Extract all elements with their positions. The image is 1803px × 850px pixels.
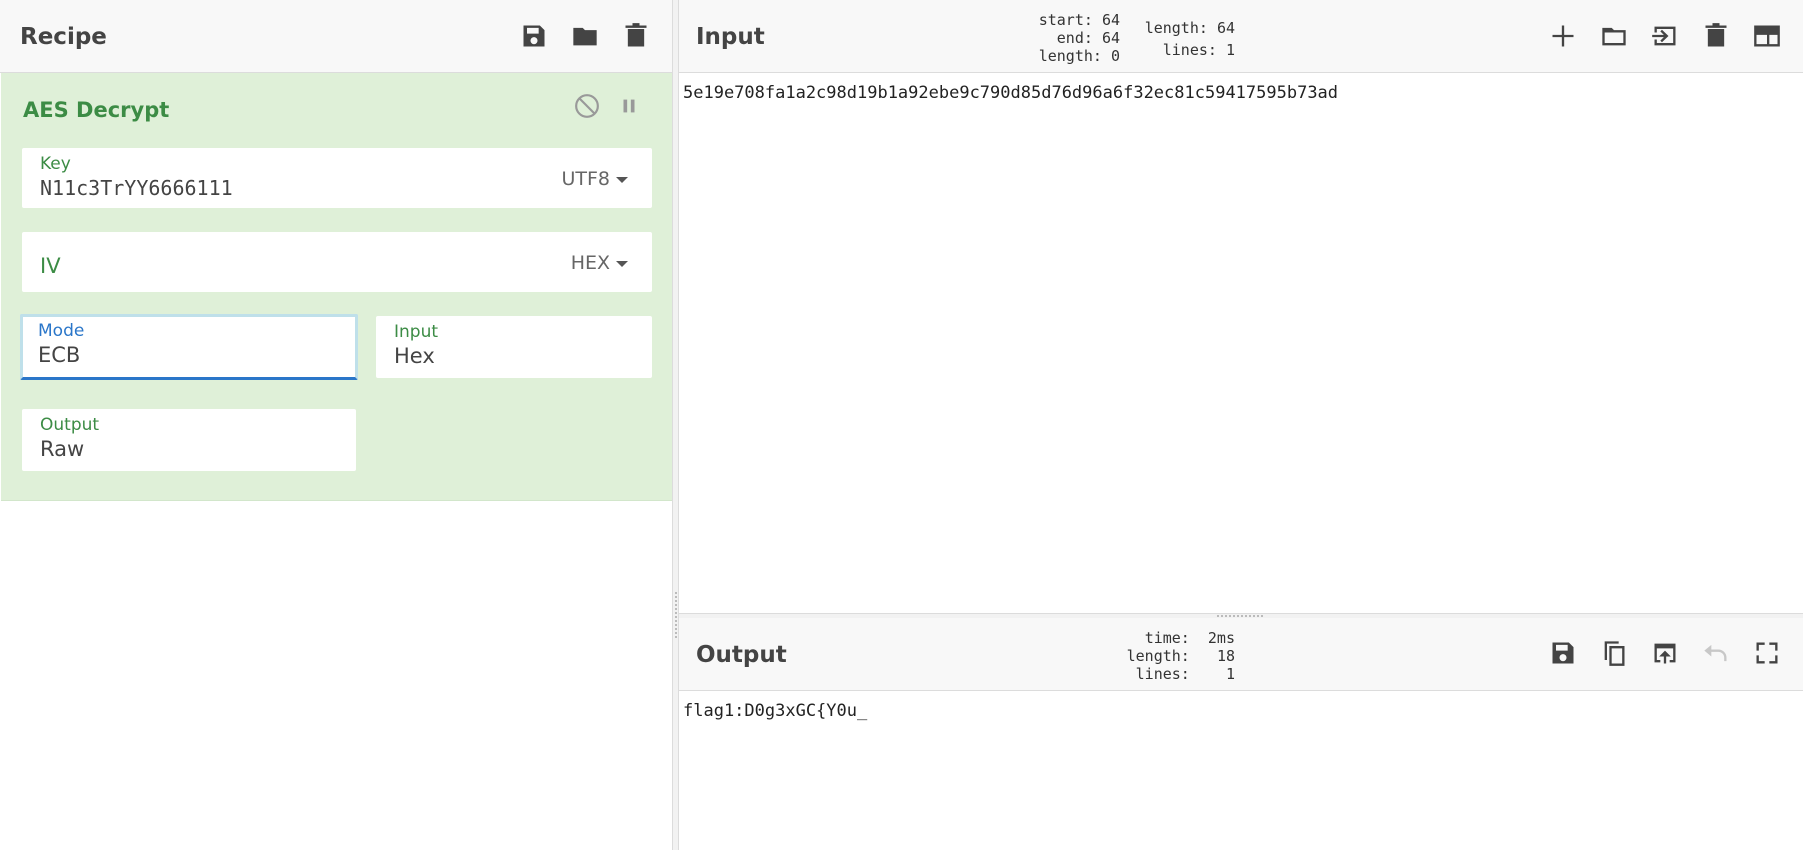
iv-encoding-dropdown[interactable]: HEX — [571, 252, 628, 274]
key-field[interactable]: Key N11c3TrYY6666111 UTF8 — [22, 148, 652, 208]
trash-icon — [1705, 23, 1727, 47]
mode-value: ECB — [38, 343, 81, 367]
output-lines: 1 — [1225, 665, 1235, 683]
output-format-value: Raw — [40, 437, 85, 461]
open-file-button[interactable] — [1597, 19, 1631, 53]
output-textarea[interactable]: flag1:D0g3xGC{Y0u_ — [683, 701, 867, 721]
selection-stats: start: 64 end: 64 length: 0 — [1038, 11, 1120, 65]
input-length: 64 — [1216, 19, 1235, 37]
key-input[interactable]: N11c3TrYY6666111 — [40, 176, 233, 200]
save-icon — [523, 25, 545, 47]
input-header: Input start: 64 end: 64 length: 0 length… — [679, 0, 1803, 73]
clear-input-button[interactable] — [1699, 19, 1733, 53]
breakpoint-button[interactable] — [614, 91, 644, 121]
key-label: Key — [40, 154, 71, 174]
input-format-label: Input — [394, 322, 439, 342]
output-length: 18 — [1216, 647, 1235, 665]
mode-select[interactable]: Mode ECB — [20, 314, 358, 380]
add-input-tab-button[interactable] — [1546, 19, 1580, 53]
save-icon — [1552, 642, 1574, 664]
undo-icon — [1704, 644, 1727, 662]
output-header: Output time: 2ms length: 18 lines: 1 — [679, 618, 1803, 691]
selection-start: 64 — [1101, 11, 1120, 29]
open-folder-button[interactable] — [1648, 19, 1682, 53]
save-recipe-button[interactable] — [517, 19, 551, 53]
output-format-label: Output — [40, 415, 100, 435]
trash-icon — [625, 23, 647, 47]
output-title: Output — [696, 642, 787, 668]
fullscreen-icon — [1756, 642, 1778, 664]
output-pane: Output time: 2ms length: 18 lines: 1 fla… — [679, 618, 1803, 850]
key-encoding-dropdown[interactable]: UTF8 — [561, 168, 628, 190]
replace-input-button[interactable] — [1648, 636, 1682, 670]
input-lines: 1 — [1225, 41, 1235, 59]
operation-name: AES Decrypt — [23, 98, 170, 122]
aes-decrypt-operation: AES Decrypt Key N11c3TrYY6666111 UTF8 IV… — [1, 73, 672, 501]
move-to-input-icon — [1654, 643, 1676, 664]
pause-icon — [623, 99, 635, 113]
output-format-select[interactable]: Output Raw — [22, 409, 356, 471]
input-format-select[interactable]: Input Hex — [376, 316, 652, 378]
recipe-title: Recipe — [20, 24, 107, 50]
folder-icon — [573, 27, 597, 46]
reset-layout-button[interactable] — [1750, 19, 1784, 53]
input-format-value: Hex — [394, 344, 435, 368]
plus-icon — [1552, 25, 1574, 47]
mode-label: Mode — [38, 321, 85, 341]
folder-open-icon — [1602, 27, 1626, 46]
output-time: 2ms — [1207, 629, 1235, 647]
disable-icon — [575, 94, 599, 118]
clear-recipe-button[interactable] — [619, 19, 653, 53]
recipe-header: Recipe — [0, 0, 672, 73]
input-textarea[interactable]: 5e19e708fa1a2c98d19b1a92ebe9c790d85d76d9… — [683, 83, 1338, 103]
input-icon — [1652, 26, 1676, 46]
load-recipe-button[interactable] — [568, 19, 602, 53]
layout-icon — [1754, 25, 1780, 47]
selection-length: 0 — [1110, 47, 1120, 65]
selection-end: 64 — [1101, 29, 1120, 47]
copy-output-button[interactable] — [1597, 636, 1631, 670]
iv-field[interactable]: IV HEX — [22, 232, 652, 292]
recipe-pane: Recipe AES Decrypt Key N11c3TrYY6666111 … — [0, 0, 673, 850]
copy-icon — [1604, 641, 1625, 666]
input-title: Input — [696, 24, 765, 50]
input-stats: length: 64 lines: 1 — [1144, 19, 1235, 59]
iv-label: IV — [40, 254, 61, 278]
save-output-button[interactable] — [1546, 636, 1580, 670]
disable-operation-button[interactable] — [572, 91, 602, 121]
input-pane: Input start: 64 end: 64 length: 0 length… — [679, 0, 1803, 613]
output-stats: time: 2ms length: 18 lines: 1 — [1126, 629, 1235, 683]
undo-button[interactable] — [1699, 636, 1733, 670]
maximise-output-button[interactable] — [1750, 636, 1784, 670]
